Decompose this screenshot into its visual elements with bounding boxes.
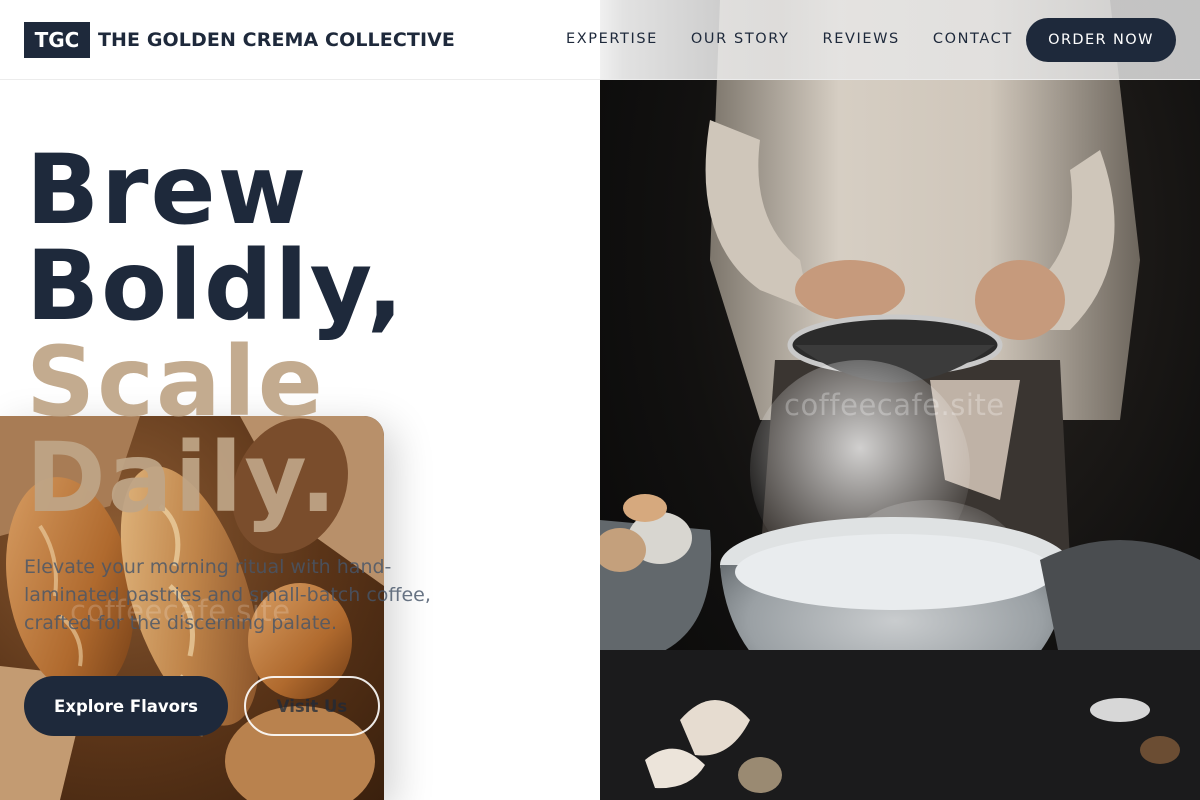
logo-badge[interactable]: TGC	[24, 22, 90, 58]
visit-us-button[interactable]: Visit Us	[244, 676, 380, 736]
site-header: TGC THE GOLDEN CREMA COLLECTIVE EXPERTIS…	[0, 0, 1200, 80]
headline-line-brew: Brew	[26, 134, 309, 246]
watermark-text: coffeecafe.site	[784, 388, 1005, 422]
explore-flavors-button[interactable]: Explore Flavors	[24, 676, 228, 736]
order-now-button[interactable]: ORDER NOW	[1026, 18, 1176, 62]
nav-link-reviews[interactable]: REVIEWS	[823, 31, 900, 47]
main-nav: EXPERTISE OUR STORY REVIEWS CONTACT	[566, 31, 1046, 47]
brand[interactable]: TGC THE GOLDEN CREMA COLLECTIVE	[24, 22, 455, 58]
brand-name[interactable]: THE GOLDEN CREMA COLLECTIVE	[98, 29, 455, 51]
nav-link-our-story[interactable]: OUR STORY	[691, 31, 790, 47]
headline-line-boldly: Boldly,	[26, 230, 406, 342]
hero-subtext: Elevate your morning ritual with hand-la…	[24, 556, 431, 634]
headline-line-scale: Scale	[26, 326, 325, 438]
nav-link-contact[interactable]: CONTACT	[933, 31, 1013, 47]
nav-link-expertise[interactable]: EXPERTISE	[566, 31, 658, 47]
headline-line-daily: Daily.	[26, 422, 339, 534]
hero-headline: Brew Boldly, Scale Daily.	[26, 142, 405, 526]
